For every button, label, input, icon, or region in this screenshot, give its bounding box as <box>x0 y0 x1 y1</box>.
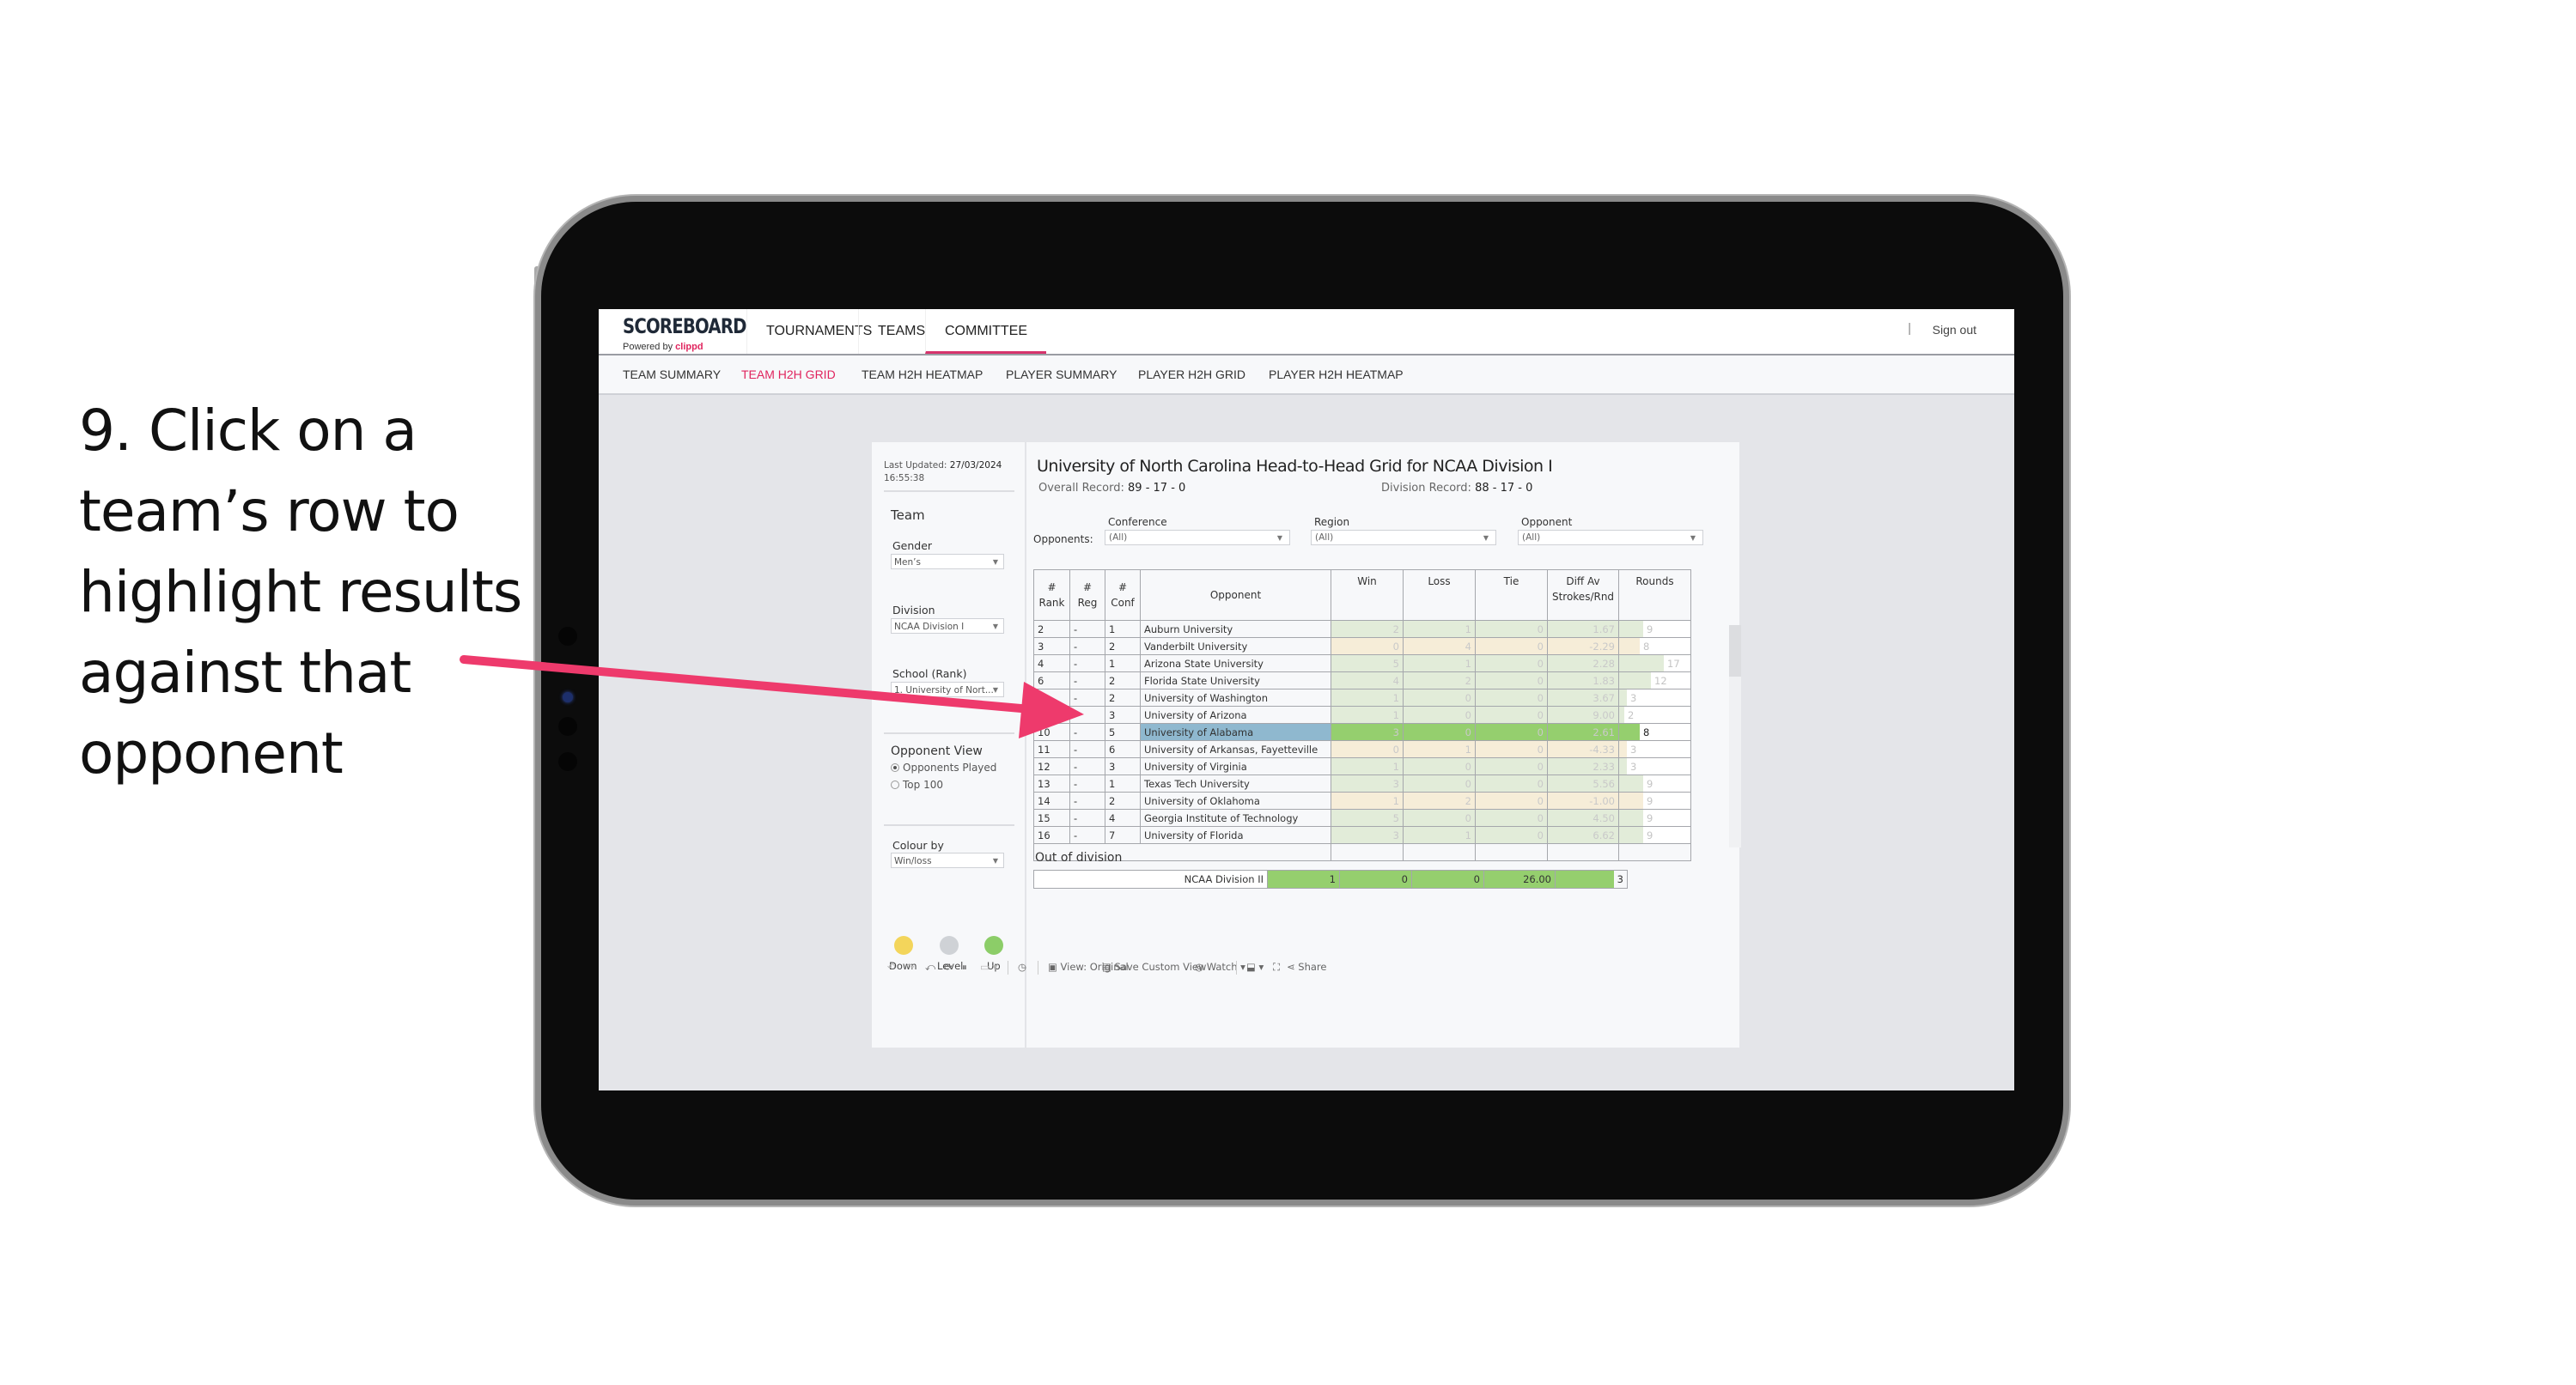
arrow-shaft <box>460 655 1035 714</box>
arrow-head <box>1019 682 1084 738</box>
annotation-arrow <box>460 655 1084 738</box>
